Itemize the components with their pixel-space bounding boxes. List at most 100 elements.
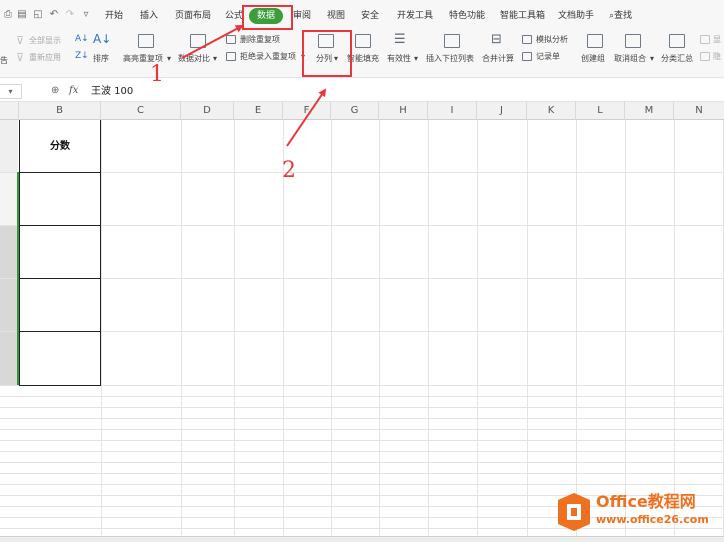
table-cell[interactable] xyxy=(20,225,100,278)
table-cell[interactable] xyxy=(20,331,100,384)
column-header-h[interactable]: H xyxy=(379,102,428,120)
redo-icon[interactable]: ↷ xyxy=(64,9,76,21)
customize-dropdown-icon[interactable]: ▿ xyxy=(80,9,92,21)
formula-input[interactable]: 王波 100 xyxy=(91,84,133,99)
data-compare-button[interactable]: 数据对比 xyxy=(178,54,210,64)
highlight-box-split-column xyxy=(302,30,352,77)
table-header-cell[interactable]: 分数 xyxy=(20,120,100,173)
column-header-d[interactable]: D xyxy=(181,102,234,120)
spreadsheet-grid: B C D E F G H I J K L M N 分数 xyxy=(0,102,724,542)
column-header-b[interactable]: B xyxy=(19,102,101,120)
print-icon[interactable]: ⎙ xyxy=(2,9,14,21)
ungroup-dropdown-icon[interactable]: ▾ xyxy=(650,54,654,64)
step-number-2: 2 xyxy=(282,158,296,183)
column-header-k[interactable]: K xyxy=(527,102,576,120)
grid-line xyxy=(0,172,724,173)
watermark: Office教程网 www.office26.com xyxy=(556,490,722,534)
create-group-button[interactable]: 创建组 xyxy=(581,54,605,64)
export-icon[interactable]: ◱ xyxy=(32,9,44,21)
subtotal-icon xyxy=(669,34,685,48)
search-button[interactable]: ⌕查找 xyxy=(609,10,632,22)
sort-ascending-icon[interactable]: A↓ xyxy=(75,33,89,45)
reject-duplicates-button[interactable]: 拒绝录入重复项 xyxy=(240,52,296,62)
validity-icon: ☰ xyxy=(394,32,406,47)
filter-show-all-icon: ⊽ xyxy=(16,34,25,47)
validity-button[interactable]: 有效性 xyxy=(387,54,411,64)
highlight-duplicates-dropdown-icon[interactable]: ▾ xyxy=(167,54,171,64)
column-header-m[interactable]: M xyxy=(625,102,674,120)
record-form-button[interactable]: 记录单 xyxy=(536,52,560,62)
sort-button[interactable]: 排序 xyxy=(93,54,109,64)
grid-line xyxy=(0,462,724,463)
grid-line xyxy=(0,278,724,279)
column-header-j[interactable]: J xyxy=(477,102,527,120)
tab-home[interactable]: 开始 xyxy=(105,10,123,22)
column-header-f[interactable]: F xyxy=(283,102,331,120)
data-compare-dropdown-icon[interactable]: ▾ xyxy=(213,54,217,64)
ungroup-icon xyxy=(625,34,641,48)
grid-line xyxy=(101,120,102,542)
row-header[interactable] xyxy=(0,120,18,172)
consolidate-button[interactable]: 合并计算 xyxy=(482,54,514,64)
grid-line xyxy=(379,120,380,542)
hide-detail-button-partial[interactable]: 隐 xyxy=(713,52,721,62)
tab-developer[interactable]: 开发工具 xyxy=(397,10,433,22)
sort-icon: A↓ xyxy=(93,32,112,46)
grid-line xyxy=(0,385,724,386)
show-all-button[interactable]: 全部显示 xyxy=(29,36,61,46)
row-header-corner[interactable] xyxy=(0,102,19,120)
name-box[interactable]: ▾ xyxy=(0,84,22,99)
tab-smart-toolbox[interactable]: 智能工具箱 xyxy=(500,10,545,22)
sort-descending-icon[interactable]: Z↓ xyxy=(75,50,89,62)
reapply-button[interactable]: 重新应用 xyxy=(29,53,61,63)
grid-line xyxy=(527,120,528,542)
hide-detail-icon xyxy=(700,52,710,61)
print-preview-icon[interactable]: ▤ xyxy=(16,9,28,21)
grid-line xyxy=(576,120,577,542)
grid-line xyxy=(283,120,284,542)
subtotal-button[interactable]: 分类汇总 xyxy=(661,54,693,64)
ribbon: 告 ⊽ 全部显示 ⊽ 重新应用 A↓ A↓ Z↓ 排序 高亮重复项 ▾ 数据对比… xyxy=(0,30,724,78)
fx-icon[interactable]: fx xyxy=(69,85,78,96)
watermark-url: www.office26.com xyxy=(596,513,709,526)
tab-page-layout[interactable]: 页面布局 xyxy=(175,10,211,22)
zoom-search-icon[interactable]: ⊕ xyxy=(51,85,59,96)
validity-dropdown-icon[interactable]: ▾ xyxy=(414,54,418,64)
insert-dropdown-list-button[interactable]: 插入下拉列表 xyxy=(426,54,474,64)
remove-duplicates-button[interactable]: 删除重复项 xyxy=(240,35,280,45)
tab-features[interactable]: 特色功能 xyxy=(449,10,485,22)
what-if-analysis-button[interactable]: 模拟分析 xyxy=(536,35,568,45)
ungroup-button[interactable]: 取消组合 xyxy=(614,54,646,64)
grid-line xyxy=(0,407,724,408)
tab-review[interactable]: 审阅 xyxy=(293,10,311,22)
column-header-g[interactable]: G xyxy=(331,102,379,120)
table-cell[interactable] xyxy=(20,172,100,225)
record-form-icon xyxy=(522,52,532,61)
row-header[interactable] xyxy=(0,225,18,278)
create-group-icon xyxy=(587,34,603,48)
tab-view[interactable]: 视图 xyxy=(327,10,345,22)
table-cell[interactable] xyxy=(20,278,100,331)
column-header-n[interactable]: N xyxy=(674,102,724,120)
sheet-tab-bar xyxy=(0,536,724,542)
smart-fill-icon xyxy=(355,34,371,48)
watermark-brand: Office教程网 xyxy=(596,492,696,511)
row-header[interactable] xyxy=(0,278,18,331)
column-header-e[interactable]: E xyxy=(234,102,283,120)
grid-line xyxy=(0,396,724,397)
undo-icon[interactable]: ↶ xyxy=(48,9,60,21)
column-header-c[interactable]: C xyxy=(101,102,181,120)
cell-area[interactable]: 分数 xyxy=(0,120,724,542)
column-header-i[interactable]: I xyxy=(428,102,477,120)
tab-insert[interactable]: 插入 xyxy=(140,10,158,22)
grid-line xyxy=(0,429,724,430)
show-detail-button-partial[interactable]: 显 xyxy=(713,35,721,45)
tab-security[interactable]: 安全 xyxy=(361,10,379,22)
column-header-l[interactable]: L xyxy=(576,102,625,120)
row-header[interactable] xyxy=(0,331,18,385)
tab-formulas[interactable]: 公式 xyxy=(225,10,243,22)
tab-doc-assistant[interactable]: 文档助手 xyxy=(558,10,594,22)
insert-dropdown-list-icon xyxy=(444,34,460,48)
name-box-dropdown-icon[interactable]: ▾ xyxy=(8,87,12,96)
row-header[interactable] xyxy=(0,172,18,225)
